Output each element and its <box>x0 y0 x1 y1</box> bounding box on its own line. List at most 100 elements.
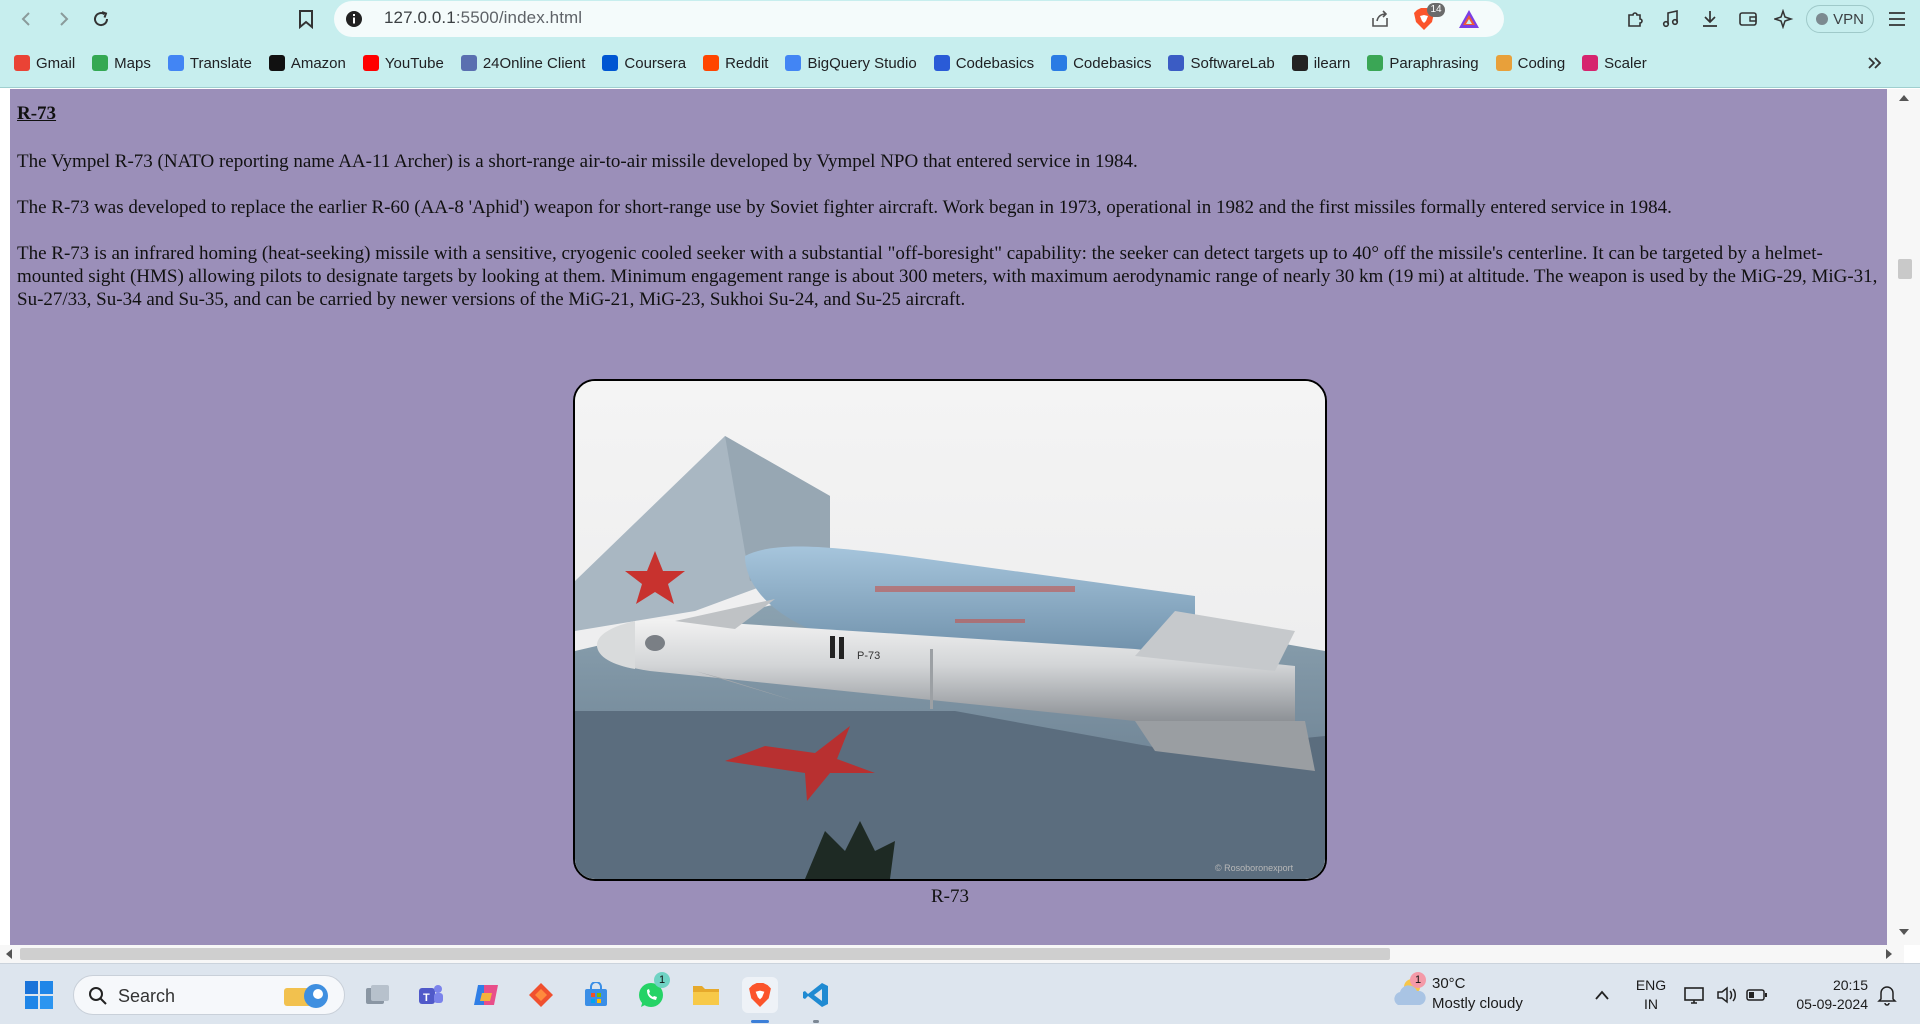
bookmark-label: Coursera <box>624 54 687 72</box>
reload-icon <box>94 11 109 27</box>
more-bookmarks-button[interactable] <box>1862 50 1888 76</box>
store-button[interactable] <box>578 977 614 1013</box>
teams-button[interactable]: T <box>413 977 449 1013</box>
task-view-button[interactable] <box>360 977 396 1013</box>
bookmark-softwarelab[interactable]: SoftwareLab <box>1168 54 1275 72</box>
bigquery-icon <box>785 55 802 71</box>
weather-description: Mostly cloudy <box>1432 995 1523 1012</box>
search-icon <box>89 987 107 1005</box>
task-view-icon <box>366 985 389 1004</box>
forward-button[interactable] <box>48 4 78 34</box>
image-caption: R-73 <box>931 886 969 907</box>
bookmark-amazon[interactable]: Amazon <box>268 55 346 72</box>
reload-button[interactable] <box>86 4 116 34</box>
weather-widget[interactable]: 1 30°C Mostly cloudy <box>1392 972 1523 1014</box>
bookmark-page-button[interactable] <box>291 4 321 34</box>
battery-button[interactable] <box>1742 977 1772 1013</box>
missile-marking-text: Р-73 <box>857 650 880 662</box>
bookmark-scaler[interactable]: Scaler <box>1582 55 1647 72</box>
bookmark-label: Codebasics <box>955 54 1035 72</box>
brave-active-indicator <box>751 1020 769 1023</box>
volume-button[interactable] <box>1712 977 1742 1013</box>
bookmark-coding[interactable]: Coding <box>1495 55 1565 72</box>
brave-lion-icon <box>749 983 771 1007</box>
horizontal-scroll-thumb[interactable] <box>20 948 1390 960</box>
bookmark-maps[interactable]: Maps <box>92 55 151 72</box>
weather-temperature: 30°C <box>1432 975 1466 992</box>
scroll-right-arrow-icon[interactable] <box>1886 949 1892 959</box>
search-placeholder: Search <box>118 986 176 1006</box>
bookmark-icon <box>299 10 313 29</box>
scroll-down-arrow-icon[interactable] <box>1899 929 1909 935</box>
coursera-icon <box>602 55 619 71</box>
leo-ai-button[interactable] <box>1769 4 1799 34</box>
article-paragraph-3: The R-73 is an infrared homing (heat-see… <box>17 243 1878 310</box>
bookmarks-bar: Gmail Maps Translate Amazon YouTube 24Online … <box>0 38 1920 88</box>
back-button[interactable] <box>12 4 42 34</box>
vertical-scroll-thumb[interactable] <box>1898 259 1912 279</box>
bookmark-gmail[interactable]: Gmail <box>14 55 75 72</box>
vscode-icon <box>803 983 828 1007</box>
file-explorer-button[interactable] <box>688 977 724 1013</box>
music-note-icon <box>1662 10 1679 28</box>
vpn-label: VPN <box>1833 10 1864 28</box>
bookmark-bigquery[interactable]: BigQuery Studio <box>785 55 917 72</box>
brave-taskbar-button[interactable] <box>742 977 778 1013</box>
bookmark-ilearn[interactable]: ilearn <box>1291 55 1350 72</box>
taskbar-search[interactable]: Search <box>73 975 345 1015</box>
downloads-button[interactable] <box>1695 4 1725 34</box>
url-host: 127.0.0.1 <box>384 8 456 27</box>
wallet-button[interactable] <box>1733 4 1763 34</box>
chevron-up-icon <box>1595 990 1609 1000</box>
clock-time: 20:15 <box>1832 977 1868 993</box>
vscode-button[interactable] <box>798 977 834 1013</box>
url-text[interactable]: 127.0.0.1:5500/index.html <box>384 8 582 28</box>
brave-rewards-button[interactable] <box>1454 4 1484 34</box>
site-info-button[interactable] <box>339 4 369 34</box>
copilot-button[interactable] <box>468 977 504 1013</box>
softwarelab-icon <box>1168 55 1185 71</box>
system-clock[interactable]: 20:15 05-09-2024 <box>1788 976 1868 1014</box>
translate-icon <box>167 55 184 71</box>
bookmark-label: Translate <box>189 54 252 72</box>
bookmark-youtube[interactable]: YouTube <box>362 55 444 72</box>
media-button[interactable] <box>1656 4 1686 34</box>
shields-count-badge: 14 <box>1427 3 1445 17</box>
whatsapp-unread-badge: 1 <box>654 972 670 988</box>
rewards-triangle-icon <box>1459 10 1479 28</box>
bookmark-translate[interactable]: Translate <box>167 54 252 72</box>
wallet-icon <box>1739 12 1757 26</box>
horizontal-scrollbar[interactable] <box>0 945 1904 963</box>
bookmark-paraphrasing[interactable]: Paraphrasing <box>1367 55 1479 72</box>
diamond-app-icon <box>529 983 553 1007</box>
gmail-icon <box>14 55 30 71</box>
bookmark-24online[interactable]: 24Online Client <box>460 54 586 72</box>
bookmark-codebasics-rocket[interactable]: Codebasics <box>933 54 1035 72</box>
git-app-button[interactable] <box>523 977 559 1013</box>
main-menu-button[interactable] <box>1882 4 1912 34</box>
scroll-up-arrow-icon[interactable] <box>1899 95 1909 101</box>
vpn-button[interactable]: VPN <box>1806 5 1874 33</box>
network-button[interactable] <box>1679 977 1709 1013</box>
copilot-icon <box>474 985 498 1005</box>
teams-icon: T <box>419 985 443 1004</box>
share-button[interactable] <box>1365 4 1395 34</box>
bookmark-reddit[interactable]: Reddit <box>703 55 768 72</box>
notifications-button[interactable] <box>1872 977 1902 1013</box>
puzzle-icon <box>1628 12 1643 27</box>
scroll-left-arrow-icon[interactable] <box>6 949 12 959</box>
extensions-button[interactable] <box>1620 4 1650 34</box>
show-hidden-icons-button[interactable] <box>1584 977 1620 1013</box>
vertical-scrollbar[interactable] <box>1887 89 1920 945</box>
start-button[interactable] <box>21 977 57 1013</box>
bookmark-label: 24Online Client <box>482 54 586 72</box>
bookmark-codebasics[interactable]: Codebasics <box>1051 55 1151 72</box>
r73-missile-illustration: Р-73 © Rosoboronexport <box>575 381 1325 879</box>
language-code: ENG <box>1635 977 1667 993</box>
language-indicator[interactable]: ENG IN <box>1634 976 1668 1014</box>
bookmark-coursera[interactable]: Coursera <box>602 55 686 72</box>
missile-photo: Р-73 © Rosoboronexport <box>573 379 1327 881</box>
ilearn-icon <box>1291 55 1308 71</box>
bookmark-label: SoftwareLab <box>1190 54 1275 72</box>
scaler-icon <box>1582 55 1599 71</box>
